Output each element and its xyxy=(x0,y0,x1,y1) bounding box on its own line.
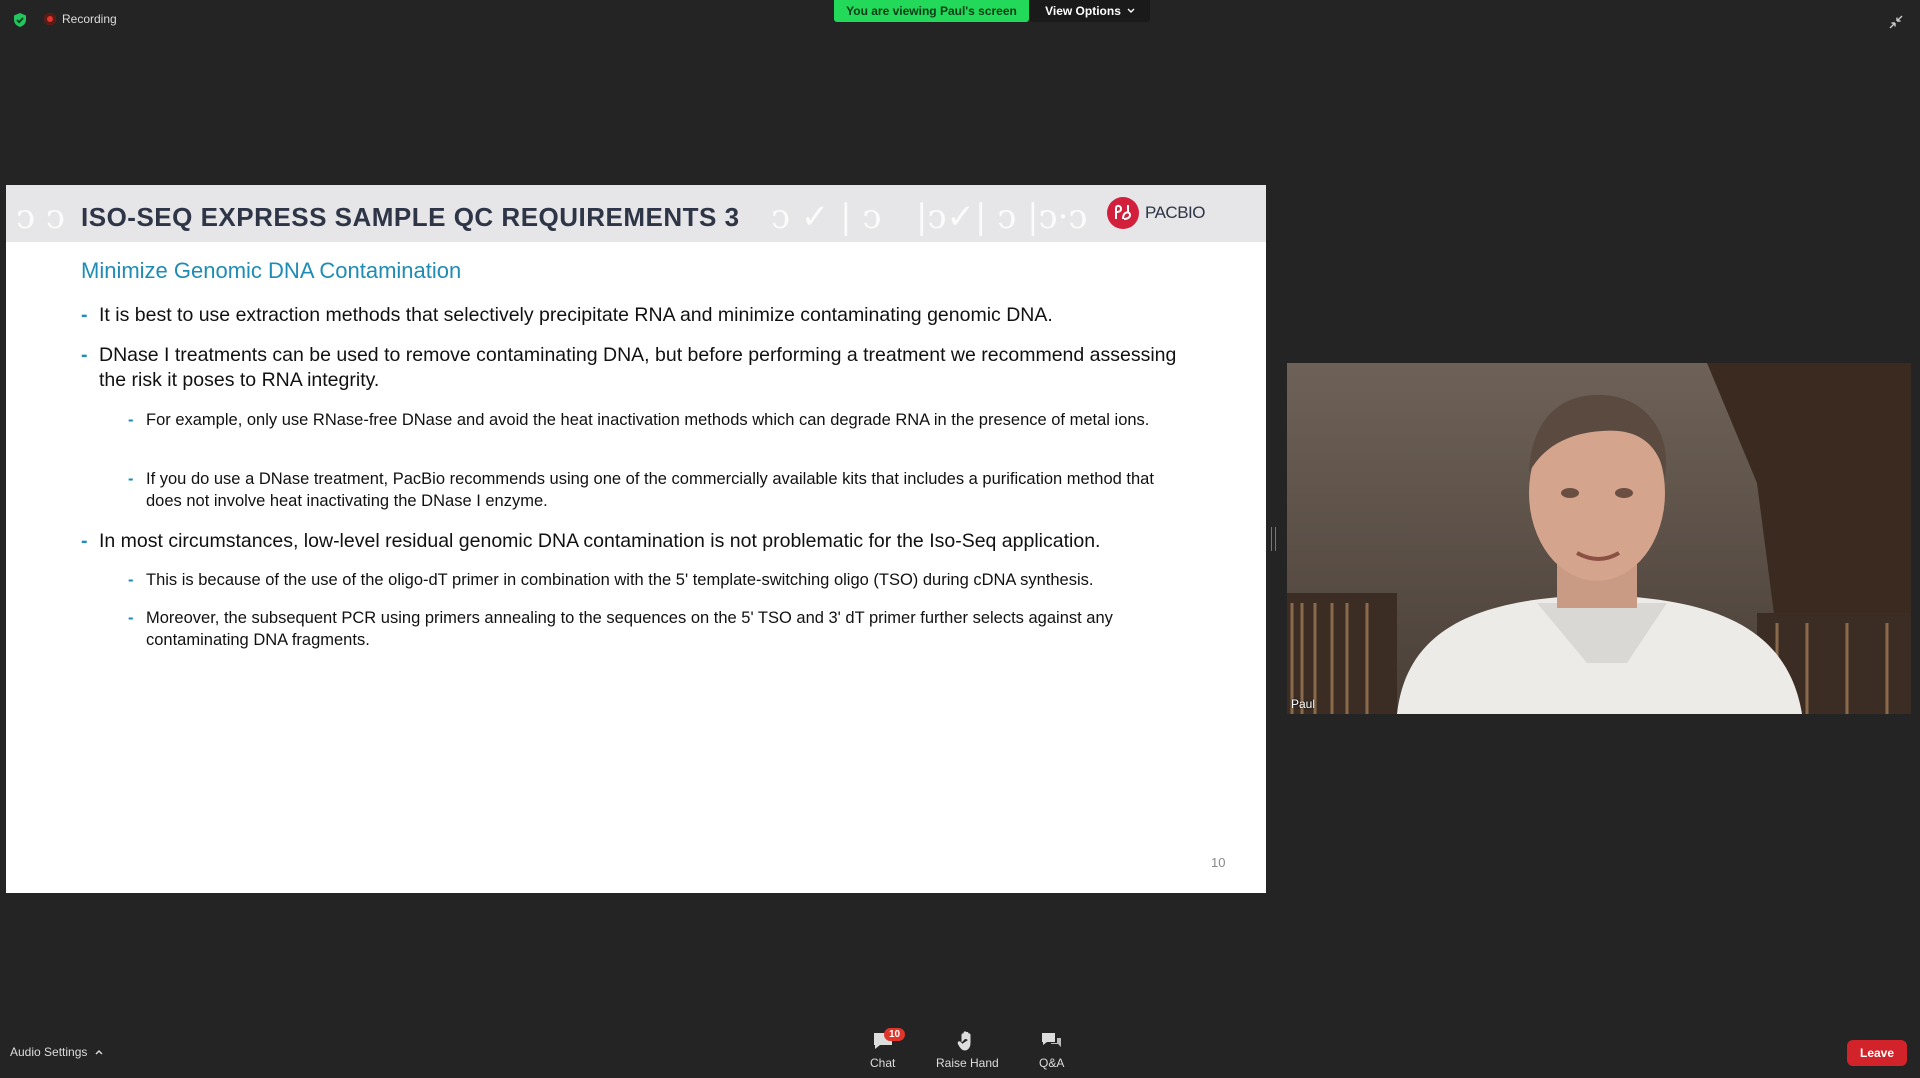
sub-bullet-text: If you do use a DNase treatment, PacBio … xyxy=(146,470,1154,510)
bullet-dash: - xyxy=(128,470,134,488)
sub-bullet-text: This is because of the use of the oligo-… xyxy=(146,571,1094,589)
bullet-dash: - xyxy=(81,304,88,326)
bullet-text: It is best to use extraction methods tha… xyxy=(99,304,1053,326)
recording-label: Recording xyxy=(62,12,117,26)
bullet-dash: - xyxy=(128,571,134,589)
raise-hand-button[interactable]: Raise Hand xyxy=(936,1030,999,1070)
slide-title: ISO-SEQ EXPRESS SAMPLE QC REQUIREMENTS 3 xyxy=(81,202,740,232)
slide-page-number: 10 xyxy=(1211,855,1226,870)
shield-icon[interactable] xyxy=(12,12,28,28)
video-frame xyxy=(1287,363,1911,714)
chat-label: Chat xyxy=(870,1056,896,1070)
decorative-glyph: ↄ ↄ xyxy=(16,197,65,237)
decorative-glyph: |ↄ✓| ↄ |ↄ·ↄ xyxy=(916,197,1088,237)
hand-icon xyxy=(958,1031,971,1051)
resize-handle[interactable] xyxy=(1271,527,1276,551)
leave-button[interactable]: Leave xyxy=(1847,1040,1907,1066)
qa-button[interactable]: Q&A xyxy=(1039,1030,1064,1070)
decorative-glyph: ↄ ✓ | ↄ xyxy=(771,197,882,237)
participant-video[interactable] xyxy=(1287,363,1911,714)
bullet-text: In most circumstances, low-level residua… xyxy=(99,530,1101,552)
view-options-label: View Options xyxy=(1045,4,1121,18)
record-icon xyxy=(44,13,56,25)
sub-bullet-text: For example, only use RNase-free DNase a… xyxy=(146,411,1150,429)
shared-slide: ↄ ↄ ↄ ✓ | ↄ |ↄ✓| ↄ |ↄ·ↄ ISO-SEQ EXPRESS … xyxy=(6,185,1266,893)
recording-indicator[interactable]: Recording xyxy=(44,12,117,26)
qa-icon xyxy=(1041,1033,1061,1047)
chat-button[interactable]: 10 Chat xyxy=(870,1028,906,1070)
bullet-text: DNase I treatments can be used to remove… xyxy=(99,344,1177,391)
bullet-dash: - xyxy=(81,344,88,366)
audio-settings-label: Audio Settings xyxy=(10,1045,88,1059)
view-options-button[interactable]: View Options xyxy=(1030,0,1150,22)
exit-fullscreen-icon[interactable] xyxy=(1888,14,1904,30)
bullet-dash: - xyxy=(128,411,134,429)
viewing-screen-banner: You are viewing Paul's screen xyxy=(834,0,1029,22)
pacbio-logo-mark xyxy=(1107,197,1139,229)
pacbio-logo: PACBIO xyxy=(1107,197,1205,229)
qa-label: Q&A xyxy=(1039,1056,1065,1070)
slide-subtitle: Minimize Genomic DNA Contamination xyxy=(81,258,462,283)
slide-header: ↄ ↄ ↄ ✓ | ↄ |ↄ✓| ↄ |ↄ·ↄ ISO-SEQ EXPRESS … xyxy=(6,185,1266,242)
bullet-dash: - xyxy=(81,530,88,552)
participant-name: Paul xyxy=(1291,697,1316,711)
chevron-up-icon xyxy=(95,1050,103,1055)
sub-bullet-text: Moreover, the subsequent PCR using prime… xyxy=(146,609,1113,649)
pacbio-logo-text: PACBIO xyxy=(1145,203,1205,222)
audio-settings-button[interactable]: Audio Settings xyxy=(10,1045,103,1059)
chat-badge: 10 xyxy=(884,1028,906,1041)
chevron-down-icon xyxy=(1127,8,1135,13)
bullet-dash: - xyxy=(128,609,134,627)
raise-hand-label: Raise Hand xyxy=(936,1056,999,1070)
